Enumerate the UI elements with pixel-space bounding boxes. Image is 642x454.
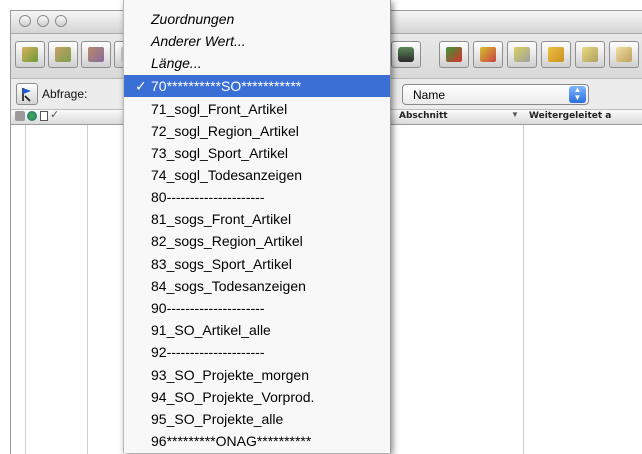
toolbar-button-copy[interactable] [575, 41, 605, 68]
pages-icon [616, 47, 632, 62]
person-edit-icon [22, 47, 38, 62]
menu-item-label: 70**********SO*********** [151, 78, 302, 94]
menu-item-anderer-wert[interactable]: Anderer Wert... [124, 30, 390, 52]
column-divider [25, 125, 26, 454]
send-icon [446, 47, 462, 62]
menu-item-95[interactable]: 95_SO_Projekte_alle [124, 408, 390, 430]
printer-icon [398, 47, 414, 62]
menu-item-73[interactable]: 73_sogl_Sport_Artikel [124, 142, 390, 164]
expand-icon[interactable] [15, 111, 25, 121]
column-header-abschnitt[interactable]: Abschnitt [399, 111, 448, 121]
menu-item-96[interactable]: 96*********ONAG********** [124, 430, 390, 452]
menu-item-70-so[interactable]: ✓ 70**********SO*********** [124, 75, 390, 97]
select-arrows-icon: ▲ ▼ [569, 86, 586, 103]
column-header-weitergeleitet[interactable]: Weitergeleitet a [529, 111, 611, 121]
toolbar-button-assign[interactable] [48, 41, 78, 68]
menu-item-zuordnungen[interactable]: Zuordnungen [124, 8, 390, 30]
toolbar-button-tag[interactable] [541, 41, 571, 68]
menu-item-92[interactable]: 92--------------------- [124, 341, 390, 363]
sort-arrow-icon: ▼ [511, 110, 519, 119]
toolbar-button-send[interactable] [439, 41, 469, 68]
toolbar-button-forward[interactable] [81, 41, 111, 68]
menu-item-82[interactable]: 82_sogs_Region_Artikel [124, 230, 390, 252]
flag-icon [22, 88, 31, 102]
person-assign-icon [55, 47, 71, 62]
column-divider [523, 125, 524, 454]
query-field-value: Name [413, 88, 446, 102]
query-field-select[interactable]: Name ▲ ▼ [402, 84, 589, 105]
checkmark-column-icon: ✓ [50, 109, 60, 121]
column-divider [87, 125, 88, 454]
link-icon [514, 47, 530, 62]
menu-item-90[interactable]: 90--------------------- [124, 297, 390, 319]
status-globe-icon [27, 111, 37, 121]
menu-item-74[interactable]: 74_sogl_Todesanzeigen [124, 164, 390, 186]
menu-item-80[interactable]: 80--------------------- [124, 186, 390, 208]
close-window-button[interactable] [19, 15, 31, 27]
tag-icon [548, 47, 564, 62]
menu-item-93[interactable]: 93_SO_Projekte_morgen [124, 364, 390, 386]
copy-icon [582, 47, 598, 62]
mark-icon [480, 47, 496, 62]
document-column-icon [40, 111, 48, 121]
menu-item-71[interactable]: 71_sogl_Front_Artikel [124, 98, 390, 120]
menu-item-laenge[interactable]: Länge... [124, 52, 390, 74]
menu-item-91[interactable]: 91_SO_Artikel_alle [124, 319, 390, 341]
menu-item-84[interactable]: 84_sogs_Todesanzeigen [124, 275, 390, 297]
query-label: Abfrage: [42, 87, 88, 101]
zoom-window-button[interactable] [55, 15, 67, 27]
menu-item-81[interactable]: 81_sogs_Front_Artikel [124, 208, 390, 230]
menu-item-83[interactable]: 83_sogs_Sport_Artikel [124, 253, 390, 275]
menu-item-94[interactable]: 94_SO_Projekte_Vorprod. [124, 386, 390, 408]
toolbar-button-pages[interactable] [609, 41, 639, 68]
person-forward-icon [88, 47, 104, 62]
query-flag-icon[interactable] [16, 83, 38, 105]
toolbar-button-mark[interactable] [473, 41, 503, 68]
toolbar-button-print[interactable] [391, 41, 421, 68]
minimize-window-button[interactable] [37, 15, 49, 27]
toolbar-button-edit[interactable] [15, 41, 45, 68]
checkmark-icon: ✓ [135, 78, 147, 94]
popup-menu: Zuordnungen Anderer Wert... Länge... ✓ 7… [123, 0, 391, 453]
menu-item-72[interactable]: 72_sogl_Region_Artikel [124, 120, 390, 142]
toolbar-button-link[interactable] [507, 41, 537, 68]
